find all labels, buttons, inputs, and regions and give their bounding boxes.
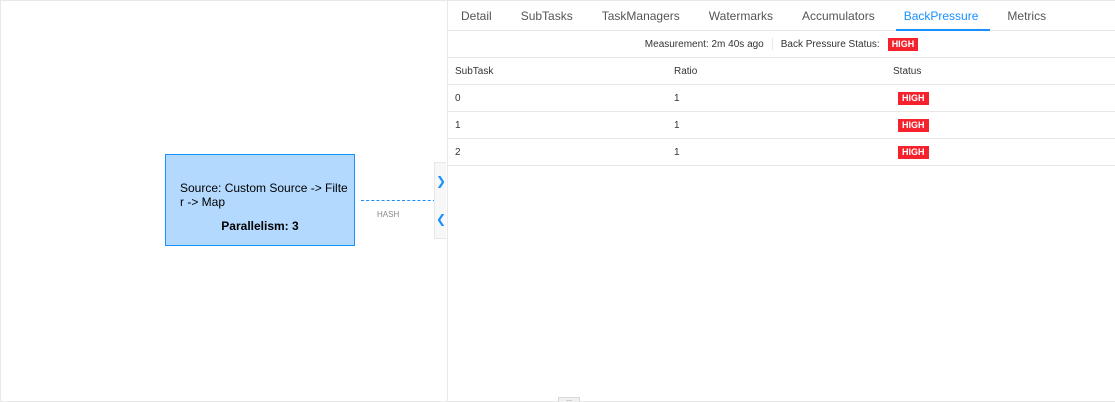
status-badge: HIGH [898, 118, 929, 132]
subtask-cell: 0 [448, 84, 674, 112]
column-header-ratio: Ratio [674, 58, 893, 85]
job-vertex-node[interactable]: Source: Custom Source -> Filter -> Map P… [165, 154, 355, 246]
tab-watermarks[interactable]: Watermarks [709, 1, 773, 30]
job-graph-canvas[interactable]: Source: Custom Source -> Filter -> Map P… [1, 1, 447, 401]
backpressure-table: SubTask Ratio Status 0 1 HIGH 1 1 HIGH 2 [448, 58, 1115, 166]
table-row: 1 1 HIGH [448, 111, 1115, 139]
detail-tabs: Detail SubTasks TaskManagers Watermarks … [448, 1, 1115, 31]
subtask-cell: 1 [448, 111, 674, 139]
status-cell: HIGH [893, 138, 1115, 166]
tab-subtasks[interactable]: SubTasks [521, 1, 573, 30]
subtask-cell: 2 [448, 138, 674, 166]
chevron-left-icon[interactable]: ❮ [436, 213, 446, 225]
vertex-parallelism: Parallelism: 3 [221, 219, 299, 233]
ratio-cell: 1 [674, 84, 893, 112]
ratio-cell: 1 [674, 111, 893, 139]
tab-metrics[interactable]: Metrics [1007, 1, 1046, 30]
backpressure-status-label: Back Pressure Status: [780, 38, 880, 50]
table-header-row: SubTask Ratio Status [448, 58, 1115, 85]
status-cell: HIGH [893, 84, 1115, 112]
vertex-name: Source: Custom Source -> Filter -> Map [180, 181, 348, 209]
status-badge: HIGH [898, 91, 929, 105]
resize-handle[interactable]: … [558, 397, 580, 402]
backpressure-summary: Measurement: 2m 40s ago Back Pressure St… [448, 31, 1115, 58]
tab-accumulators[interactable]: Accumulators [802, 1, 875, 30]
chevron-right-icon[interactable]: ❯ [436, 175, 446, 187]
status-badge: HIGH [898, 145, 929, 159]
table-row: 0 1 HIGH [448, 84, 1115, 112]
column-header-subtask: SubTask [448, 58, 674, 85]
status-cell: HIGH [893, 111, 1115, 139]
column-header-status: Status [893, 58, 1115, 85]
table-row: 2 1 HIGH [448, 138, 1115, 166]
tab-backpressure[interactable]: BackPressure [895, 1, 991, 31]
ratio-cell: 1 [674, 138, 893, 166]
edge-line [361, 200, 441, 201]
vertex-detail-panel: Detail SubTasks TaskManagers Watermarks … [447, 1, 1115, 401]
panel-toggle[interactable]: ❯ ❮ [434, 162, 446, 239]
divider [771, 38, 773, 50]
measurement-time: Measurement: 2m 40s ago [644, 38, 764, 50]
status-badge: HIGH [887, 37, 919, 51]
tab-detail[interactable]: Detail [461, 1, 492, 30]
edge-label: HASH [377, 210, 400, 219]
job-vertex-view: Source: Custom Source -> Filter -> Map P… [0, 0, 1115, 402]
tab-taskmanagers[interactable]: TaskManagers [602, 1, 680, 30]
